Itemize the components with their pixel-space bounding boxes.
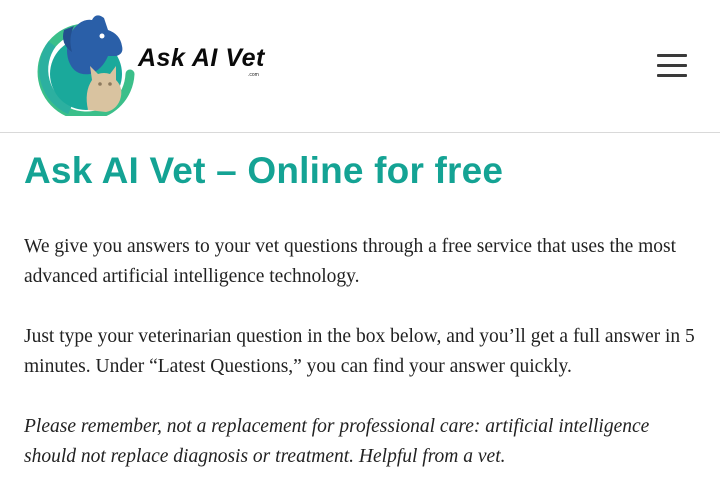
hamburger-menu-icon-line [657,64,687,67]
main-content: Ask AI Vet – Online for free We give you… [24,148,700,472]
instructions-paragraph: Just type your veterinarian question in … [24,326,695,377]
brand-suffix: .com [248,72,259,78]
site-logo[interactable] [30,14,142,116]
hamburger-menu-icon [657,54,687,57]
brand-name[interactable]: Ask AI Vet [138,44,265,73]
disclaimer-paragraph: Please remember, not a replacement for p… [24,416,650,467]
hamburger-menu-button[interactable] [654,50,690,82]
site-header: Ask AI Vet .com [0,0,720,133]
dog-cat-circle-logo-icon [37,15,135,116]
hamburger-menu-icon-line [657,74,687,77]
intro-paragraph: We give you answers to your vet question… [24,236,677,287]
page-title: Ask AI Vet – Online for free [24,150,504,191]
